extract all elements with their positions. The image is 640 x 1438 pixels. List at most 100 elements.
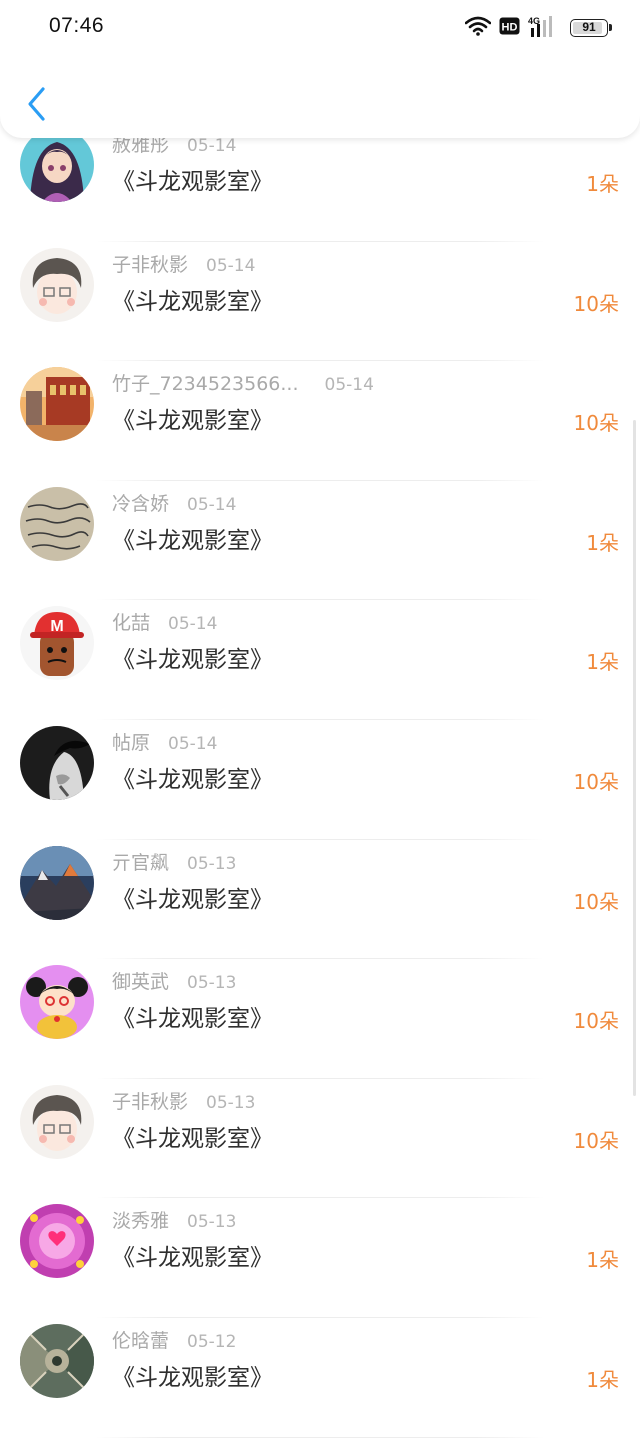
sender-name: 冷含娇 <box>112 492 170 515</box>
send-date: 05-13 <box>187 853 237 874</box>
flower-amount: 10朵 <box>573 769 619 794</box>
send-date: 05-13 <box>187 973 237 994</box>
sender-name: 帖原 <box>112 731 151 754</box>
anime-girl-avatar-icon <box>20 128 94 202</box>
flower-amount: 1朵 <box>586 530 619 555</box>
sender-name: 竹子_7234523566... <box>112 373 299 396</box>
scrollbar[interactable] <box>633 420 636 1096</box>
flower-amount: 10朵 <box>573 889 619 914</box>
sender-name: 子非秋影 <box>112 1090 189 1113</box>
item-title: 《斗龙观影室》 <box>112 527 273 554</box>
item-title: 《斗龙观影室》 <box>112 1364 273 1391</box>
send-date: 05-14 <box>168 733 218 754</box>
item-title: 《斗龙观影室》 <box>112 647 273 674</box>
item-title: 《斗龙观影室》 <box>112 886 273 913</box>
battery-icon: 91 <box>570 19 612 37</box>
sender-line: 御英武 05-13 <box>112 969 236 996</box>
avatar[interactable] <box>20 247 94 322</box>
flower-amount: 10朵 <box>573 1128 619 1153</box>
pink-hearts-avatar-icon <box>20 1204 94 1279</box>
back-button[interactable] <box>14 80 58 128</box>
send-date: 05-13 <box>206 1092 256 1113</box>
red-cap-figure-avatar-icon: M <box>20 606 94 681</box>
list-item[interactable]: 淡秀雅 05-13 《斗龙观影室》 1朵 <box>0 1198 640 1318</box>
send-date: 05-14 <box>187 494 237 515</box>
avatar[interactable]: M <box>20 606 94 681</box>
list-item[interactable]: 赦雅彤 05-14 《斗龙观影室》 1朵 <box>0 122 640 242</box>
flower-amount: 1朵 <box>586 650 619 675</box>
send-date: 05-14 <box>187 136 237 156</box>
sender-line: 伦晗蕾 05-12 <box>112 1328 236 1355</box>
list-item[interactable]: 竹子_7234523566... 05-14 《斗龙观影室》 10朵 <box>0 361 640 481</box>
item-title: 《斗龙观影室》 <box>112 408 273 435</box>
flower-amount: 10朵 <box>573 291 619 316</box>
cartoon-doll-avatar-icon <box>20 965 94 1040</box>
status-icons: HD 4G 91 <box>457 15 612 41</box>
flower-amount: 1朵 <box>586 1248 619 1273</box>
status-bar: 07:46 HD 4G 91 <box>0 0 640 56</box>
divider <box>96 1436 544 1438</box>
send-date: 05-14 <box>206 255 256 276</box>
bw-portrait-avatar-icon <box>20 725 94 800</box>
item-title: 《斗龙观影室》 <box>112 1125 273 1152</box>
list-item[interactable]: 亓官飙 05-13 《斗龙观影室》 10朵 <box>0 840 640 960</box>
send-date: 05-13 <box>187 1212 237 1233</box>
avatar[interactable] <box>20 725 94 800</box>
list-item[interactable]: 御英武 05-13 《斗龙观影室》 10朵 <box>0 959 640 1079</box>
avatar[interactable] <box>20 1323 94 1398</box>
flower-amount: 10朵 <box>573 411 619 436</box>
svg-text:M: M <box>50 618 63 635</box>
avatar[interactable] <box>20 965 94 1040</box>
flower-amount: 10朵 <box>573 1009 619 1034</box>
avatar[interactable] <box>20 1084 94 1159</box>
sender-name: 伦晗蕾 <box>112 1329 170 1352</box>
4g-signal-icon: 4G <box>528 15 558 41</box>
send-date: 05-14 <box>168 614 218 635</box>
item-title: 《斗龙观影室》 <box>112 169 273 195</box>
item-title: 《斗龙观影室》 <box>112 288 273 315</box>
sender-line: 竹子_7234523566... 05-14 <box>112 371 374 398</box>
item-title: 《斗龙观影室》 <box>112 766 273 793</box>
avatar[interactable] <box>20 845 94 920</box>
pattern-avatar-icon <box>20 1323 94 1398</box>
cartoon-boy-avatar-icon <box>20 247 94 322</box>
sender-line: 淡秀雅 05-13 <box>112 1208 236 1235</box>
handwriting-avatar-icon <box>20 486 94 561</box>
avatar[interactable] <box>20 486 94 561</box>
sender-line: 子非秋影 05-14 <box>112 252 255 279</box>
sender-name: 御英武 <box>112 971 170 994</box>
sender-line: 亓官飙 05-13 <box>112 850 236 877</box>
chevron-left-icon <box>28 87 45 121</box>
sender-line: 冷含娇 05-14 <box>112 491 236 518</box>
send-date: 05-12 <box>187 1331 237 1352</box>
list-item[interactable]: 子非秋影 05-14 《斗龙观影室》 10朵 <box>0 242 640 362</box>
send-date: 05-14 <box>324 375 374 396</box>
sender-name: 亓官飙 <box>112 851 170 874</box>
sender-line: 子非秋影 05-13 <box>112 1089 255 1116</box>
mountain-avatar-icon <box>20 845 94 920</box>
list-item[interactable]: M 化喆 05-14 《斗龙观影室》 1朵 <box>0 600 640 720</box>
sender-line: 帖原 05-14 <box>112 730 217 757</box>
list-item[interactable]: 伦晗蕾 05-12 《斗龙观影室》 1朵 <box>0 1318 640 1438</box>
wifi-icon <box>464 16 492 40</box>
avatar[interactable] <box>20 367 94 442</box>
flower-amount: 1朵 <box>586 1367 619 1392</box>
flower-amount: 1朵 <box>586 172 619 196</box>
status-time: 07:46 <box>49 14 105 37</box>
list-item[interactable]: 帖原 05-14 《斗龙观影室》 10朵 <box>0 720 640 840</box>
list-item[interactable]: 子非秋影 05-13 《斗龙观影室》 10朵 <box>0 1079 640 1199</box>
item-title: 《斗龙观影室》 <box>112 1245 273 1272</box>
gift-list: 赦雅彤 05-14 《斗龙观影室》 1朵 子非秋影 05-14 《斗龙观影室》 10… <box>0 122 640 1438</box>
sender-name: 淡秀雅 <box>112 1210 170 1233</box>
top-header: 07:46 HD 4G 91 <box>0 0 640 138</box>
building-photo-avatar-icon <box>20 367 94 442</box>
battery-percent: 91 <box>582 20 596 34</box>
item-title: 《斗龙观影室》 <box>112 1006 273 1033</box>
cartoon-boy-avatar-icon <box>20 1084 94 1159</box>
list-item[interactable]: 冷含娇 05-14 《斗龙观影室》 1朵 <box>0 481 640 601</box>
svg-text:HD: HD <box>502 22 518 34</box>
avatar[interactable] <box>20 128 94 202</box>
avatar[interactable] <box>20 1204 94 1279</box>
hd-icon: HD <box>499 17 520 39</box>
sender-line: 化喆 05-14 <box>112 610 217 637</box>
